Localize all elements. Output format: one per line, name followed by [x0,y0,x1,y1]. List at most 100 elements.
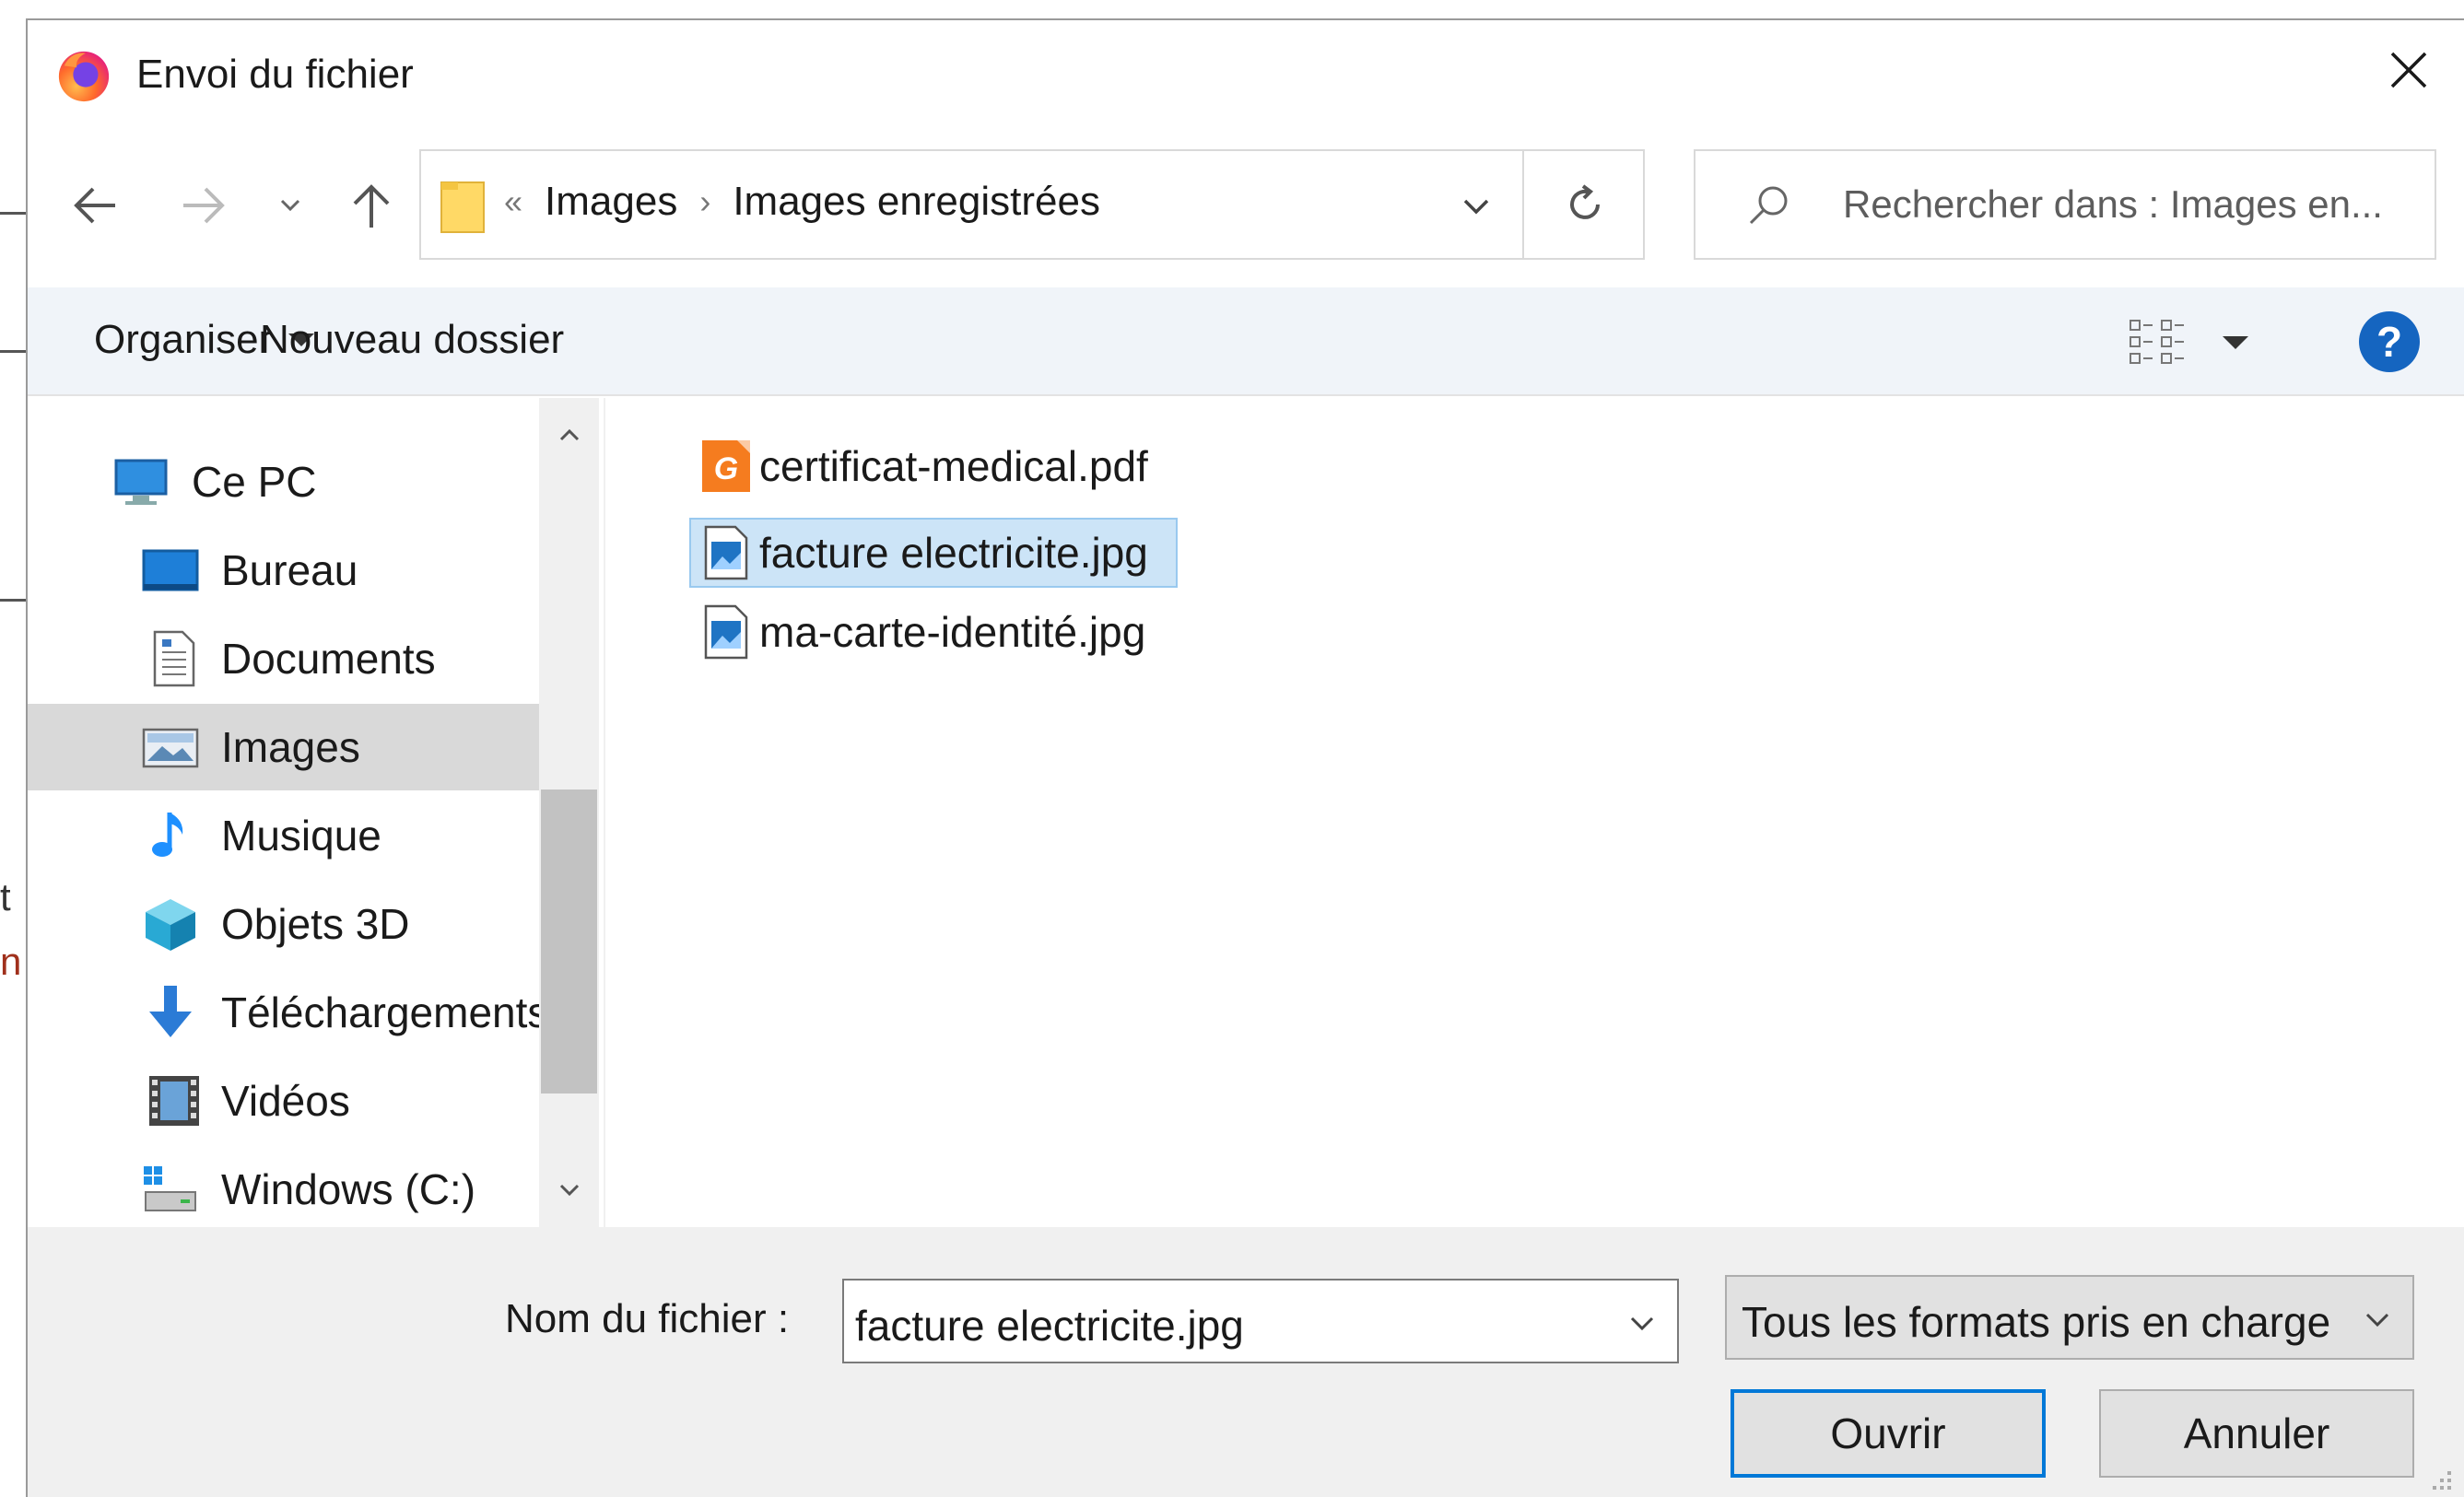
file-name: certificat-medical.pdf [759,442,1148,490]
filename-label: Nom du fichier : [505,1296,790,1341]
chevron-up-icon [559,428,579,441]
folder-icon [440,181,485,233]
search-input[interactable]: Rechercher dans : Images en... [1843,182,2383,227]
file-name: ma-carte-identité.jpg [759,608,1146,656]
image-file-icon [704,604,748,660]
breadcrumb: « Images › Images enregistrées [504,179,1100,225]
firefox-icon [58,51,110,102]
title-bar: Envoi du fichier [28,20,2464,133]
sidebar-item-objets-3d[interactable]: Objets 3D [28,881,539,967]
sidebar-item-label: Musique [221,812,381,860]
file-type-dropdown-button[interactable] [2352,1293,2403,1345]
filename-dropdown-button[interactable] [1616,1297,1668,1349]
refresh-icon [1569,184,1600,219]
chevron-right-icon: › [699,182,711,220]
cube-icon [146,899,195,951]
caret-down-icon[interactable] [2223,336,2248,349]
file-open-dialog: Envoi du fichier « Images › Images enreg… [26,18,2464,1497]
file-list: G certificat-medical.pdf facture electri… [617,398,2464,1227]
sidebar-item-label: Objets 3D [221,900,410,948]
document-icon [153,630,195,687]
new-folder-label: Nouveau dossier [260,317,565,362]
drive-icon [144,1166,196,1211]
chevron-down-icon [2365,1313,2389,1327]
background-line [0,599,26,602]
sidebar-item-label: Ce PC [192,458,317,506]
filename-field[interactable]: facture electricite.jpg [842,1279,1679,1363]
back-button[interactable] [65,175,125,236]
chevron-down-icon [280,199,300,212]
arrow-up-icon [353,184,390,228]
sidebar-item-ce-pc[interactable]: Ce PC [28,439,539,525]
command-bar: Organiser Nouveau dossier ? [28,287,2464,396]
pane-divider[interactable] [604,398,605,1227]
chevron-down-icon [1463,199,1489,215]
view-details-icon [2130,320,2184,364]
background-text: t [0,875,11,918]
sidebar-item-windows-c[interactable]: Windows (C:) [28,1146,539,1233]
arrow-left-icon [74,187,115,224]
scroll-up-button[interactable] [539,407,599,462]
background-line [0,212,26,215]
sidebar-item-label: Images [221,723,360,771]
forward-button[interactable] [173,175,234,236]
refresh-button[interactable] [1522,151,1645,258]
breadcrumb-item[interactable]: Images enregistrées [733,179,1100,225]
close-icon[interactable] [2381,42,2436,98]
background-text: n [0,940,22,983]
resize-grip-icon[interactable] [2427,1466,2455,1493]
cancel-button[interactable]: Annuler [2099,1389,2414,1478]
up-button[interactable] [341,175,402,236]
breadcrumb-item[interactable]: Images [545,179,677,225]
address-bar[interactable]: « Images › Images enregistrées [419,149,1645,260]
video-icon [149,1076,199,1126]
sidebar-item-images[interactable]: Images [28,704,539,790]
chevron-down-icon [559,1184,579,1197]
file-type-value: Tous les formats pris en charge [1742,1298,2331,1346]
chevron-down-icon [1630,1316,1654,1331]
computer-icon [114,459,168,505]
sidebar-item-documents[interactable]: Documents [28,615,539,702]
search-box[interactable]: Rechercher dans : Images en... [1694,149,2436,260]
open-button[interactable]: Ouvrir [1731,1389,2046,1478]
sidebar-item-bureau[interactable]: Bureau [28,527,539,614]
change-view-button[interactable] [2129,317,2248,368]
sidebar-item-label: Vidéos [221,1077,350,1125]
pdf-icon: G [702,440,750,492]
sidebar-item-label: Bureau [221,546,358,594]
sidebar-item-telechargements[interactable]: Téléchargements [28,969,539,1056]
file-item[interactable]: G certificat-medical.pdf [691,431,1176,501]
sidebar-item-videos[interactable]: Vidéos [28,1058,539,1144]
file-type-select[interactable]: Tous les formats pris en charge [1725,1275,2414,1360]
navigation-scrollbar[interactable] [539,398,599,1227]
file-name: facture electricite.jpg [759,529,1148,577]
dialog-title: Envoi du fichier [136,52,414,97]
new-folder-button[interactable]: Nouveau dossier [260,317,564,363]
footer-bar: Nom du fichier : facture electricite.jpg… [28,1227,2464,1497]
sidebar-item-musique[interactable]: Musique [28,792,539,879]
search-icon [1749,186,1788,225]
pictures-icon [142,728,199,768]
help-button[interactable]: ? [2359,311,2420,372]
organize-label: Organiser [94,317,273,362]
file-item[interactable]: ma-carte-identité.jpg [691,597,1173,667]
download-icon [149,986,192,1037]
sidebar-item-label: Téléchargements [221,988,539,1036]
filename-input[interactable]: facture electricite.jpg [855,1301,1244,1351]
sidebar-item-label: Documents [221,635,436,683]
screen: t n Envoi du fichier « Images › Images e… [0,0,2464,1497]
recent-locations-button[interactable] [269,175,311,236]
background-line [0,350,26,353]
navigation-pane: Ce PC Bureau Documents Images Musique Ob… [28,398,599,1227]
scroll-down-button[interactable] [539,1163,599,1218]
desktop-icon [142,549,199,591]
scroll-thumb[interactable] [541,789,597,1094]
image-file-icon [704,525,748,580]
breadcrumb-overflow[interactable]: « [504,182,522,221]
svg-text:G: G [714,451,738,486]
sidebar-item-label: Windows (C:) [221,1165,476,1213]
music-icon [152,813,183,857]
arrow-right-icon [183,187,225,224]
address-dropdown-button[interactable] [1444,177,1508,236]
file-item-selected[interactable]: facture electricite.jpg [689,518,1178,588]
